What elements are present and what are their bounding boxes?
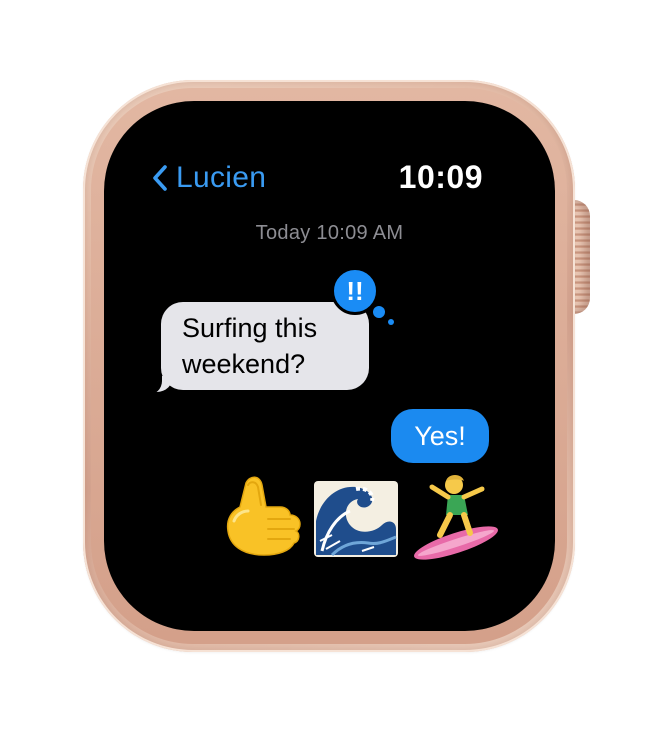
woman-surfing-icon bbox=[414, 475, 498, 560]
watch-screen: Lucien 10:09 Today 10:09 AM Surfing this… bbox=[104, 101, 555, 631]
back-button[interactable]: Lucien bbox=[152, 161, 266, 195]
emoji-message[interactable] bbox=[220, 471, 500, 561]
incoming-message-text: Surfing this weekend? bbox=[182, 313, 318, 379]
incoming-message-bubble[interactable]: Surfing this weekend? bbox=[161, 302, 369, 390]
messages-app: Lucien 10:09 Today 10:09 AM Surfing this… bbox=[124, 131, 535, 601]
chevron-left-icon bbox=[153, 165, 167, 191]
clock-time: 10:09 bbox=[398, 159, 483, 195]
watch-product-image: Lucien 10:09 Today 10:09 AM Surfing this… bbox=[0, 0, 652, 736]
call-me-hand-icon bbox=[226, 476, 301, 556]
outgoing-message-text: Yes! bbox=[414, 421, 466, 451]
tapback-emphasis-icon[interactable]: !! bbox=[331, 267, 379, 315]
message-timestamp: Today 10:09 AM bbox=[255, 222, 404, 244]
outgoing-message-bubble[interactable]: Yes! bbox=[391, 409, 489, 463]
water-wave-icon bbox=[314, 481, 398, 557]
contact-name: Lucien bbox=[176, 161, 267, 194]
